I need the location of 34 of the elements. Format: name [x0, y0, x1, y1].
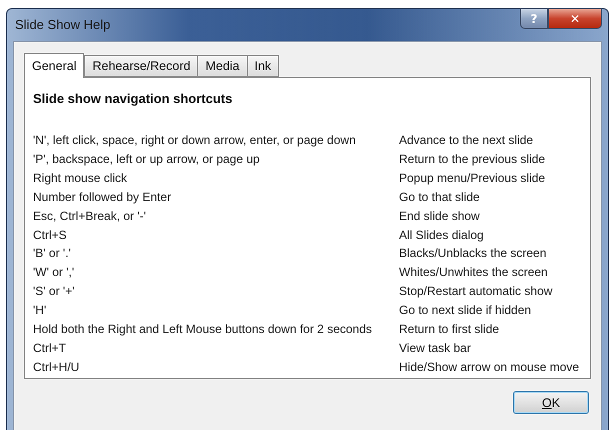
shortcut-action: Blacks/Unblacks the screen [399, 245, 548, 262]
tab[interactable]: General [24, 53, 84, 78]
window-title: Slide Show Help [15, 17, 110, 32]
shortcut-action: End slide show [399, 208, 481, 225]
shortcut-keys: 'P', backspace, left or up arrow, or page up [33, 150, 399, 169]
ok-button[interactable]: OK [513, 391, 589, 414]
tab[interactable]: Media [197, 55, 248, 77]
shortcut-action: Go to that slide [399, 188, 481, 206]
shortcut-action: Go to next slide if hidden [399, 302, 532, 320]
shortcut-action: Return to first slide [399, 321, 500, 338]
close-button[interactable]: ✕ [548, 8, 602, 29]
shortcut-keys: Ctrl+T [33, 338, 399, 358]
shortcut-keys: Esc, Ctrl+Break, or '-' [33, 206, 399, 226]
tab[interactable]: Ink [246, 55, 280, 77]
shortcut-keys: Number followed by Enter [33, 188, 399, 207]
shortcut-action: View task bar [399, 340, 472, 357]
shortcut-action: Hide/Show arrow on mouse move [399, 358, 580, 376]
shortcut-action: All Slides dialog [399, 226, 485, 244]
shortcut-keys: 'W' or ',' [33, 263, 399, 282]
shortcut-action: Whites/Unwhites the screen [399, 264, 549, 282]
shortcut-keys: 'N', left click, space, right or down arrow, enter, or page down [33, 131, 399, 150]
shortcut-keys: Right mouse click [33, 168, 399, 188]
shortcut-action: Return to the previous slide [399, 150, 546, 168]
shortcut-action: Popup menu/Previous slide [399, 170, 546, 187]
shortcut-keys: Ctrl+H/U [33, 358, 399, 377]
section-heading: Slide show navigation shortcuts [33, 91, 234, 106]
tab[interactable]: Rehearse/Record [84, 55, 198, 77]
shortcut-keys: 'B' or '.' [33, 244, 399, 264]
shortcut-keys: 'S' or '+' [33, 282, 399, 302]
shortcut-keys: 'H' [33, 301, 399, 320]
shortcut-keys: Hold both the Right and Left Mouse buttons down for 2 seconds [33, 320, 399, 339]
shortcut-action: Advance to the next slide [399, 132, 534, 149]
shortcut-action: Stop/Restart automatic show [399, 283, 554, 300]
shortcut-keys: Ctrl+S [33, 226, 399, 244]
